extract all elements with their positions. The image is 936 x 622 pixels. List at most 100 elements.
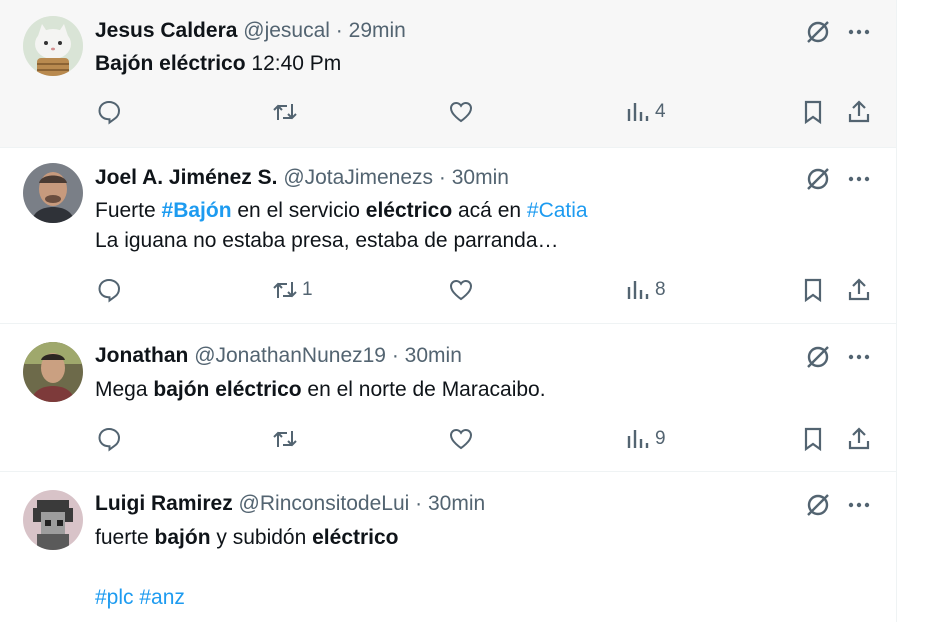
views-count: 8 [655, 279, 666, 300]
hashtag-link[interactable]: #anz [139, 586, 185, 609]
share-button[interactable] [846, 425, 872, 453]
more-icon[interactable] [846, 492, 872, 518]
more-icon[interactable] [846, 19, 872, 45]
tweet-header: Jonathan @JonathanNunez19 · 30min [95, 341, 462, 371]
text-bold: eléctrico [312, 526, 399, 549]
text-bold: bajón [154, 526, 211, 549]
like-button[interactable] [448, 425, 478, 453]
views-button[interactable]: 9 [625, 425, 666, 453]
views-icon [627, 281, 649, 299]
text-plain: en el norte de Maracaibo. [301, 378, 546, 401]
views-icon [627, 103, 649, 121]
bookmark-button[interactable] [800, 98, 826, 126]
text-bold: bajón eléctrico [153, 378, 302, 401]
avatar[interactable] [23, 163, 83, 223]
bookmark-icon [804, 100, 822, 125]
reply-icon [98, 100, 121, 125]
views-count: 9 [655, 428, 666, 449]
views-count: 4 [655, 101, 666, 122]
text-plain: y subidón [210, 526, 313, 549]
share-icon [848, 278, 870, 301]
separator-dot: · [438, 166, 446, 189]
views-button[interactable]: 8 [625, 276, 666, 304]
tweet-text-line-2: La iguana no estaba presa, estaba de par… [95, 229, 559, 252]
reply-icon [98, 427, 121, 452]
text-plain: Mega [95, 378, 154, 401]
retweet-icon [273, 104, 297, 120]
timestamp[interactable]: 30min [405, 344, 462, 367]
tweet-header: Luigi Ramirez @RinconsitodeLui · 30min [95, 489, 485, 519]
handle[interactable]: @JonathanNunez19 [194, 344, 386, 367]
grok-icon[interactable] [804, 165, 832, 193]
timestamp[interactable]: 30min [428, 492, 485, 515]
views-button[interactable]: 4 [625, 98, 666, 126]
reply-button[interactable] [96, 98, 126, 126]
timestamp[interactable]: 30min [452, 166, 509, 189]
avatar[interactable] [23, 342, 83, 402]
tweet[interactable]: Luigi Ramirez @RinconsitodeLui · 30min f… [0, 472, 896, 622]
retweet-icon [273, 431, 297, 447]
handle[interactable]: @jesucal [243, 19, 330, 42]
text-bold: eléctrico [365, 199, 453, 222]
tweet-text-line-1: Fuerte #Bajón en el servicio eléctrico a… [95, 196, 588, 226]
share-button[interactable] [846, 98, 872, 126]
tweet[interactable]: Joel A. Jiménez S. @JotaJimenezs · 30min… [0, 147, 896, 324]
tweet-text-line-1: fuerte bajón y subidón eléctrico [95, 523, 399, 553]
handle[interactable]: @JotaJimenezs [283, 166, 433, 189]
separator-dot: · [391, 344, 399, 367]
separator-dot: · [415, 492, 423, 515]
hashtag-link[interactable]: #Bajón [162, 199, 232, 222]
retweet-button[interactable] [272, 425, 302, 453]
handle[interactable]: @RinconsitodeLui [239, 492, 410, 515]
man-avatar-icon [23, 163, 83, 223]
display-name[interactable]: Jonathan [95, 344, 188, 367]
scrollbar-area[interactable] [897, 0, 936, 622]
text-plain: fuerte [95, 526, 155, 549]
more-icon[interactable] [846, 166, 872, 192]
more-icon[interactable] [846, 344, 872, 370]
tweet-text: Bajón eléctrico 12:40 Pm [95, 49, 341, 79]
heart-icon [449, 101, 473, 123]
grok-icon[interactable] [804, 18, 832, 46]
hashtag-link[interactable]: #Catia [527, 199, 588, 222]
display-name[interactable]: Jesus Caldera [95, 19, 237, 42]
display-name[interactable]: Luigi Ramirez [95, 492, 233, 515]
retweet-button[interactable]: 1 [272, 276, 313, 304]
separator-dot: · [335, 19, 343, 42]
share-icon [848, 100, 870, 123]
tweet-hashtags: #plc #anz [95, 583, 185, 613]
tweet[interactable]: Jesus Caldera @jesucal · 29min Bajón elé… [0, 0, 896, 148]
tweet-header: Joel A. Jiménez S. @JotaJimenezs · 30min [95, 163, 509, 193]
share-button[interactable] [846, 276, 872, 304]
like-button[interactable] [448, 276, 478, 304]
share-icon [848, 427, 870, 450]
reply-icon [98, 278, 121, 303]
text-plain: 12:40 Pm [245, 52, 342, 75]
bookmark-icon [804, 427, 822, 452]
reply-button[interactable] [96, 276, 126, 304]
text-plain: Fuerte [95, 199, 162, 222]
bookmark-button[interactable] [800, 425, 826, 453]
text-plain: en el servicio [231, 199, 366, 222]
like-button[interactable] [448, 98, 478, 126]
man-avatar-icon [23, 342, 83, 402]
cat-avatar-icon [23, 16, 83, 76]
tweet-text: Mega bajón eléctrico en el norte de Mara… [95, 375, 546, 405]
heart-icon [449, 428, 473, 450]
grok-icon[interactable] [804, 343, 832, 371]
views-icon [627, 430, 649, 448]
retweet-button[interactable] [272, 98, 302, 126]
tweet[interactable]: Jonathan @JonathanNunez19 · 30min Mega b… [0, 324, 896, 472]
pixel-avatar-icon [23, 490, 83, 550]
hashtag-link[interactable]: #plc [95, 586, 134, 609]
retweet-count: 1 [302, 279, 313, 300]
timestamp[interactable]: 29min [349, 19, 406, 42]
timeline: Jesus Caldera @jesucal · 29min Bajón elé… [0, 0, 897, 622]
tweet-header: Jesus Caldera @jesucal · 29min [95, 16, 406, 46]
avatar[interactable] [23, 16, 83, 76]
bookmark-button[interactable] [800, 276, 826, 304]
reply-button[interactable] [96, 425, 126, 453]
display-name[interactable]: Joel A. Jiménez S. [95, 166, 277, 189]
grok-icon[interactable] [804, 491, 832, 519]
avatar[interactable] [23, 490, 83, 550]
